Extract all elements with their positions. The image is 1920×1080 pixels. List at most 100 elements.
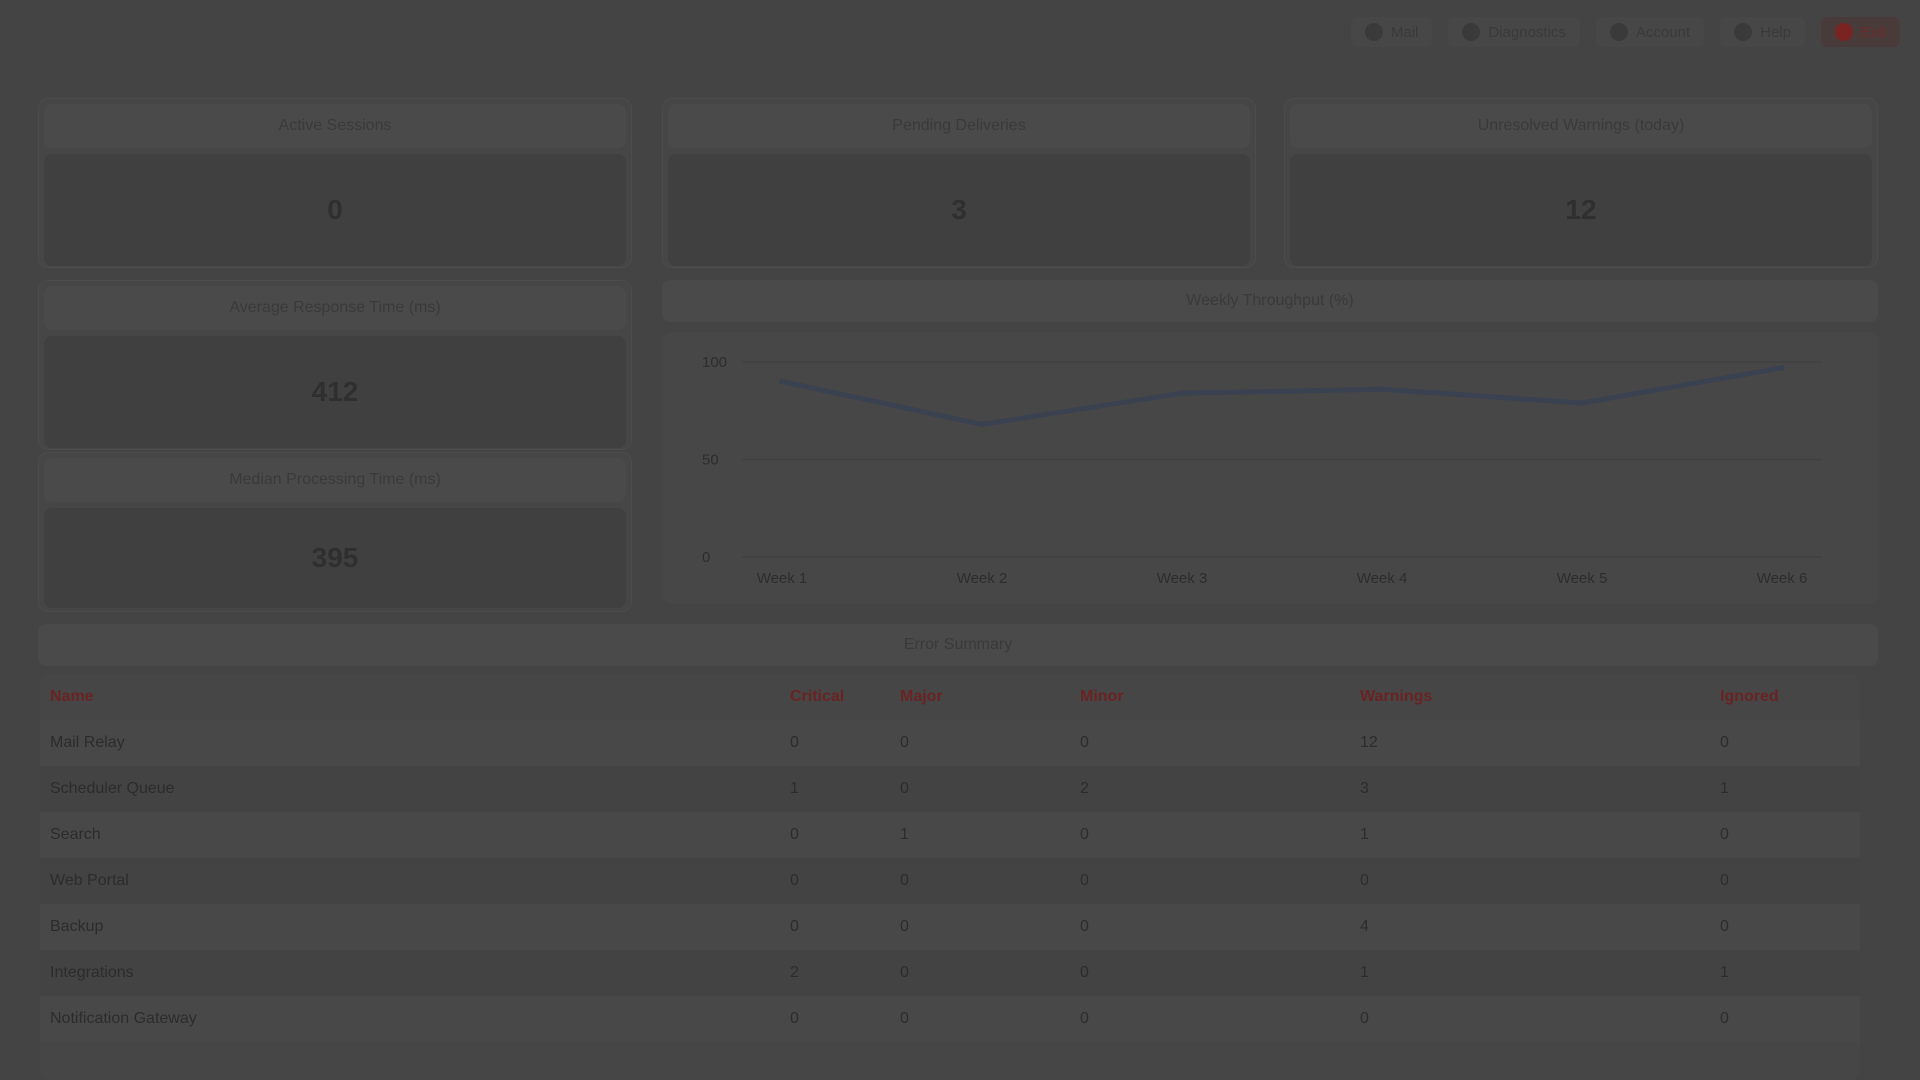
row-value-cell: 4 [1350, 904, 1710, 950]
nav-mail[interactable]: Mail [1350, 17, 1433, 47]
row-value-cell: 0 [1070, 858, 1350, 904]
row-value-cell: 0 [1350, 996, 1710, 1042]
row-value-cell: 0 [780, 812, 890, 858]
row-name-cell: Web Portal [40, 858, 780, 904]
row-value-cell: 0 [1710, 720, 1860, 766]
row-value-cell: 0 [1350, 858, 1710, 904]
chart-data-point [779, 378, 785, 385]
row-value-cell: 0 [1070, 812, 1350, 858]
chart-series-line [781, 365, 1783, 427]
table-row[interactable]: Integrations 2 0 0 1 1 [40, 950, 1860, 996]
row-value-cell: 1 [1710, 950, 1860, 996]
nav-account[interactable]: Account [1595, 17, 1705, 47]
row-value-cell: 0 [780, 996, 890, 1042]
column-header-major[interactable]: Major [890, 674, 1070, 720]
nav-label: Mail [1390, 23, 1419, 41]
chart-data-point [1779, 364, 1785, 371]
nav-diagnostics[interactable]: Diagnostics [1448, 17, 1580, 47]
user-icon [1609, 23, 1628, 41]
dashboard-page: Mail Diagnostics Account Help Exit Activ… [0, 0, 1920, 1080]
chart-x-tick-label: Week 5 [1557, 570, 1608, 587]
row-value-cell: 0 [1070, 950, 1350, 996]
table-title: Error Summary [38, 624, 1878, 666]
power-icon [1834, 23, 1853, 41]
row-value-cell: 3 [1350, 766, 1710, 812]
column-header-minor[interactable]: Minor [1070, 674, 1350, 720]
row-value-cell: 0 [890, 766, 1070, 812]
row-value-cell: 0 [890, 720, 1070, 766]
nav-label: Account [1635, 23, 1691, 41]
chart-x-tick-label: Week 3 [1157, 570, 1208, 587]
row-name-cell: Search [40, 812, 780, 858]
row-name-cell: Backup [40, 904, 780, 950]
table-header-row: Name Critical Major Minor Warnings Ignor… [40, 674, 1860, 720]
table-row[interactable]: Notification Gateway 0 0 0 0 0 [40, 996, 1860, 1042]
chart-x-tick-label: Week 6 [1757, 570, 1808, 587]
chart-x-tick-label: Week 2 [957, 570, 1008, 587]
error-summary-table: Name Critical Major Minor Warnings Ignor… [40, 674, 1860, 1080]
table-row[interactable]: Search 0 1 0 1 0 [40, 812, 1860, 858]
chart-svg: 100500 Week 1 Week 2 Week 3 Week 4 Week 5 Wee… [702, 354, 1822, 587]
column-header-ignored[interactable]: Ignored [1710, 674, 1860, 720]
chart-y-tick-label: 50 [702, 452, 719, 469]
nav-label: Diagnostics [1488, 23, 1566, 41]
table-row[interactable]: Backup 0 0 0 4 0 [40, 904, 1860, 950]
table-row[interactable]: Mail Relay 0 0 0 12 0 [40, 720, 1860, 766]
row-name-cell: Notification Gateway [40, 996, 780, 1042]
stat-card-pending-deliveries: Pending Deliveries 3 [662, 98, 1256, 268]
row-value-cell: 0 [890, 996, 1070, 1042]
stat-card-avg-response: Average Response Time (ms) 412 [38, 280, 632, 450]
stat-card-value: 395 [44, 508, 626, 608]
nav-help[interactable]: Help [1720, 17, 1805, 47]
row-value-cell: 2 [1070, 766, 1350, 812]
stat-card-active-sessions: Active Sessions 0 [38, 98, 632, 268]
row-value-cell: 1 [890, 812, 1070, 858]
nav-label: Help [1760, 23, 1791, 41]
row-value-cell: 0 [1710, 996, 1860, 1042]
chart-icon [1462, 23, 1481, 41]
row-value-cell: 0 [890, 904, 1070, 950]
stat-card-title: Pending Deliveries [668, 104, 1250, 148]
chart-y-tick-label: 100 [702, 354, 727, 371]
row-value-cell: 2 [780, 950, 890, 996]
table-row[interactable]: Web Portal 0 0 0 0 0 [40, 858, 1860, 904]
row-value-cell: 0 [1070, 904, 1350, 950]
stat-card-title: Active Sessions [44, 104, 626, 148]
row-value-cell: 0 [1710, 858, 1860, 904]
chart-data-point [979, 421, 985, 428]
column-header-name[interactable]: Name [40, 674, 780, 720]
stat-card-title: Unresolved Warnings (today) [1290, 104, 1872, 148]
row-value-cell: 12 [1350, 720, 1710, 766]
chart-title: Weekly Throughput (%) [662, 280, 1878, 322]
row-value-cell: 0 [890, 858, 1070, 904]
row-value-cell: 0 [1710, 812, 1860, 858]
column-header-warnings[interactable]: Warnings [1350, 674, 1710, 720]
summary-table: Name Critical Major Minor Warnings Ignor… [40, 674, 1860, 1042]
row-value-cell: 0 [1710, 904, 1860, 950]
chart-y-ticks: 100 50 0 [702, 354, 727, 566]
row-value-cell: 0 [890, 950, 1070, 996]
stat-card-median-processing: Median Processing Time (ms) 395 [38, 452, 632, 612]
row-value-cell: 0 [780, 904, 890, 950]
chart-data-point [1579, 399, 1585, 406]
stat-card-title: Average Response Time (ms) [44, 286, 626, 330]
stat-card-warnings: Unresolved Warnings (today) 12 [1284, 98, 1878, 268]
row-name-cell: Scheduler Queue [40, 766, 780, 812]
row-name-cell: Integrations [40, 950, 780, 996]
chart-x-tick-label: Week 1 [757, 570, 808, 587]
stat-card-value: 3 [668, 154, 1250, 266]
table-row[interactable]: Scheduler Queue 1 0 2 3 1 [40, 766, 1860, 812]
top-navigation: Mail Diagnostics Account Help Exit [1350, 12, 1900, 52]
row-value-cell: 1 [1710, 766, 1860, 812]
mail-icon [1364, 23, 1383, 41]
chart-x-ticks: Week 1 Week 2 Week 3 Week 4 Week 5 Week 6 [757, 570, 1808, 587]
nav-exit[interactable]: Exit [1820, 17, 1900, 47]
stat-card-value: 0 [44, 154, 626, 266]
throughput-chart: 100 50 0 Week 1 Week 2 Week 3 Week 4 Week 5 Wee… [662, 332, 1878, 604]
row-value-cell: 0 [1070, 720, 1350, 766]
chart-data-point [1179, 390, 1185, 397]
row-name-cell: Mail Relay [40, 720, 780, 766]
row-value-cell: 0 [780, 720, 890, 766]
help-icon [1734, 23, 1753, 41]
column-header-critical[interactable]: Critical [780, 674, 890, 720]
